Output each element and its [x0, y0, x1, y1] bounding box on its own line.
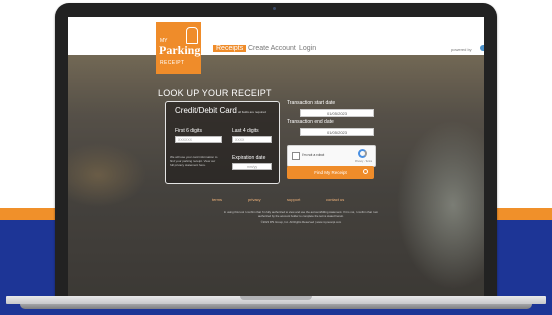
copyright-text: ©2023 IPS Group, Inc. All Rights Reserve…	[260, 220, 342, 224]
transaction-start-label: Transaction start date	[287, 100, 336, 106]
card-panel: Credit/Debit Card all fields are require…	[165, 101, 280, 184]
site-header: Receipts Create Account Login powered by	[68, 17, 484, 55]
recaptcha-label: I'm not a robot	[302, 153, 325, 157]
site-logo[interactable]: MY Parking RECEIPT	[156, 22, 201, 74]
last4-input[interactable]: XXXX	[232, 136, 272, 143]
expiration-input[interactable]: mm/yy	[232, 163, 272, 170]
last4-label: Last 4 digits	[232, 128, 259, 134]
recaptcha-terms[interactable]: Privacy - Terms	[355, 160, 372, 163]
footer-link-terms[interactable]: terms	[212, 197, 222, 202]
find-my-receipt-button[interactable]: Find My Receipt	[287, 166, 374, 179]
laptop-lid: Receipts Create Account Login powered by…	[55, 3, 497, 303]
transaction-end-input[interactable]: 01/05/2023	[300, 128, 374, 136]
recaptcha-widget: I'm not a robot Privacy - Terms	[287, 145, 376, 167]
logo-mark-icon	[186, 27, 198, 44]
expiration-label: Expiration date	[232, 155, 266, 161]
footer-link-contact[interactable]: contact us	[326, 197, 344, 202]
footer-link-privacy[interactable]: privacy	[248, 197, 261, 202]
find-button-label: Find My Receipt	[314, 170, 347, 175]
logo-line-3: RECEIPT	[160, 60, 185, 66]
laptop-base-bottom	[20, 304, 532, 309]
nav-login[interactable]: Login	[299, 45, 316, 52]
laptop-screen: Receipts Create Account Login powered by…	[68, 17, 484, 297]
recaptcha-checkbox[interactable]	[292, 152, 300, 160]
recaptcha-icon	[358, 149, 367, 158]
logo-line-2: Parking	[159, 43, 201, 57]
partner-logo-icon	[480, 45, 484, 51]
transaction-start-input[interactable]: 01/05/2023	[300, 109, 374, 117]
laptop-base	[0, 296, 552, 315]
required-note: all fields are required	[238, 110, 266, 114]
transaction-end-label: Transaction end date	[287, 119, 334, 125]
first6-label: First 6 digits	[175, 128, 202, 134]
nav-receipts[interactable]: Receipts	[213, 45, 247, 52]
first6-input[interactable]: XXXXXX	[175, 136, 222, 143]
nav-create-account[interactable]: Create Account	[248, 45, 296, 52]
camera-icon	[273, 7, 276, 10]
card-panel-title: Credit/Debit Card	[175, 106, 237, 115]
page-title: LOOK UP YOUR RECEIPT	[158, 88, 272, 98]
powered-by-label: powered by	[451, 47, 472, 52]
search-icon	[363, 169, 368, 174]
footer-link-support[interactable]: support	[287, 197, 300, 202]
laptop-notch	[240, 296, 312, 300]
card-info-note: We will use your card information to fin…	[170, 155, 218, 167]
legal-text: In using this tool I confirm that I'm fu…	[223, 210, 379, 218]
